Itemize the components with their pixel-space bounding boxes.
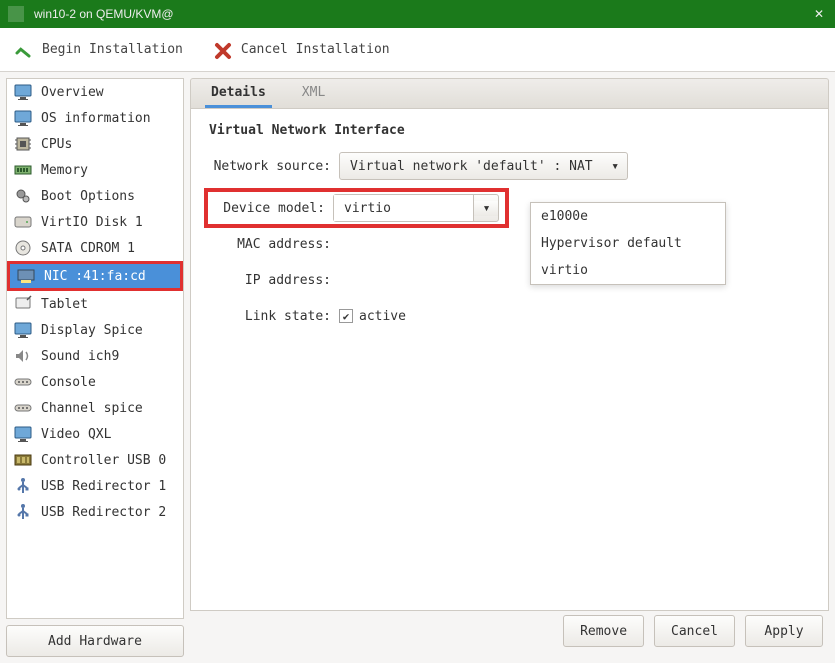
sidebar-item-label: CPUs [41, 137, 72, 152]
device-model-combo[interactable]: virtio ▾ [333, 194, 499, 222]
sidebar-item-sata-cdrom-1[interactable]: SATA CDROM 1 [7, 235, 183, 261]
apply-button[interactable]: Apply [745, 615, 823, 647]
cancel-installation-button[interactable]: Cancel Installation [213, 41, 390, 59]
sidebar-item-os-information[interactable]: OS information [7, 105, 183, 131]
monitor-icon [13, 424, 33, 444]
sidebar-item-usb-redirector-1[interactable]: USB Redirector 1 [7, 473, 183, 499]
sidebar-item-video-qxl[interactable]: Video QXL [7, 421, 183, 447]
usb-icon [13, 476, 33, 496]
sidebar-item-label: Display Spice [41, 323, 143, 338]
controller-icon [13, 450, 33, 470]
add-hardware-label: Add Hardware [48, 634, 142, 649]
ram-icon [13, 160, 33, 180]
remove-button[interactable]: Remove [563, 615, 644, 647]
cd-icon [13, 238, 33, 258]
sidebar-item-overview[interactable]: Overview [7, 79, 183, 105]
sidebar-item-label: Console [41, 375, 96, 390]
network-source-value: Virtual network 'default' : NAT [340, 159, 603, 174]
add-hardware-button[interactable]: Add Hardware [6, 625, 184, 657]
hardware-sidebar: Overview OS information CPUs Memory Boot Opt… [6, 78, 184, 619]
footer: Remove Cancel Apply [190, 611, 829, 657]
tabs: Details XML [190, 78, 829, 108]
serial-icon [13, 372, 33, 392]
highlight-device-model: Device model: virtio ▾ [204, 188, 509, 228]
sidebar-item-label: Controller USB 0 [41, 453, 166, 468]
close-icon[interactable]: ✕ [811, 7, 827, 21]
chevron-down-icon: ▾ [603, 159, 627, 174]
sidebar-item-label: Overview [41, 85, 104, 100]
window-title: win10-2 on QEMU/KVM@ [30, 7, 811, 21]
sidebar-item-virtio-disk-1[interactable]: VirtIO Disk 1 [7, 209, 183, 235]
monitor-icon [13, 82, 33, 102]
begin-installation-label: Begin Installation [42, 42, 183, 57]
device-model-dropdown: e1000eHypervisor defaultvirtio [530, 202, 726, 285]
network-source-combo[interactable]: Virtual network 'default' : NAT ▾ [339, 152, 628, 180]
chevron-down-icon: ▾ [474, 201, 498, 216]
link-state-value: active [359, 309, 406, 324]
sidebar-item-tablet[interactable]: Tablet [7, 291, 183, 317]
sidebar-item-label: VirtIO Disk 1 [41, 215, 143, 230]
window: win10-2 on QEMU/KVM@ ✕ Begin Installatio… [0, 0, 835, 663]
cancel-button[interactable]: Cancel [654, 615, 735, 647]
sidebar-item-label: Channel spice [41, 401, 143, 416]
begin-installation-button[interactable]: Begin Installation [14, 41, 183, 59]
sidebar-item-label: NIC :41:fa:cd [44, 269, 146, 284]
x-icon [213, 41, 231, 59]
sidebar-item-label: USB Redirector 2 [41, 505, 166, 520]
link-state-label: Link state: [209, 309, 339, 324]
monitor-icon [13, 108, 33, 128]
device-model-label: Device model: [212, 201, 333, 216]
sound-icon [13, 346, 33, 366]
device-model-option[interactable]: virtio [531, 257, 725, 284]
tablet-icon [13, 294, 33, 314]
titlebar: win10-2 on QEMU/KVM@ ✕ [0, 0, 835, 28]
sidebar-item-display-spice[interactable]: Display Spice [7, 317, 183, 343]
device-model-option[interactable]: Hypervisor default [531, 230, 725, 257]
network-source-label: Network source: [209, 159, 339, 174]
device-model-option[interactable]: e1000e [531, 203, 725, 230]
sidebar-item-label: Video QXL [41, 427, 111, 442]
sidebar-item-label: Sound ich9 [41, 349, 119, 364]
serial-icon [13, 398, 33, 418]
sidebar-item-memory[interactable]: Memory [7, 157, 183, 183]
usb-icon [13, 502, 33, 522]
mac-address-label: MAC address: [209, 237, 339, 252]
details-panel: Virtual Network Interface Network source… [190, 108, 829, 611]
cpu-icon [13, 134, 33, 154]
link-state-checkbox[interactable]: ✔ [339, 309, 353, 323]
gears-icon [13, 186, 33, 206]
app-icon [8, 6, 24, 22]
monitor-icon [13, 320, 33, 340]
sidebar-item-label: Boot Options [41, 189, 135, 204]
check-icon [14, 41, 32, 59]
sidebar-item-channel-spice[interactable]: Channel spice [7, 395, 183, 421]
sidebar-item-boot-options[interactable]: Boot Options [7, 183, 183, 209]
sidebar-item-label: SATA CDROM 1 [41, 241, 135, 256]
hdd-icon [13, 212, 33, 232]
sidebar-item-label: Memory [41, 163, 88, 178]
nic-icon [16, 266, 36, 286]
sidebar-item-sound-ich9[interactable]: Sound ich9 [7, 343, 183, 369]
panel-heading: Virtual Network Interface [209, 123, 810, 138]
sidebar-item-cpus[interactable]: CPUs [7, 131, 183, 157]
ip-address-label: IP address: [209, 273, 339, 288]
toolbar: Begin Installation Cancel Installation [0, 28, 835, 72]
device-model-value: virtio [334, 195, 474, 221]
sidebar-item-controller-usb-0[interactable]: Controller USB 0 [7, 447, 183, 473]
sidebar-item-usb-redirector-2[interactable]: USB Redirector 2 [7, 499, 183, 525]
cancel-installation-label: Cancel Installation [241, 42, 390, 57]
tab-details[interactable]: Details [205, 79, 272, 108]
body: Overview OS information CPUs Memory Boot Opt… [0, 72, 835, 663]
sidebar-item-label: Tablet [41, 297, 88, 312]
main: Details XML Virtual Network Interface Ne… [190, 78, 829, 657]
tab-xml[interactable]: XML [296, 79, 331, 108]
sidebar-item-label: USB Redirector 1 [41, 479, 166, 494]
sidebar-item-console[interactable]: Console [7, 369, 183, 395]
sidebar-item-label: OS information [41, 111, 151, 126]
sidebar-item-nic-41-fa-cd[interactable]: NIC :41:fa:cd [7, 261, 183, 291]
